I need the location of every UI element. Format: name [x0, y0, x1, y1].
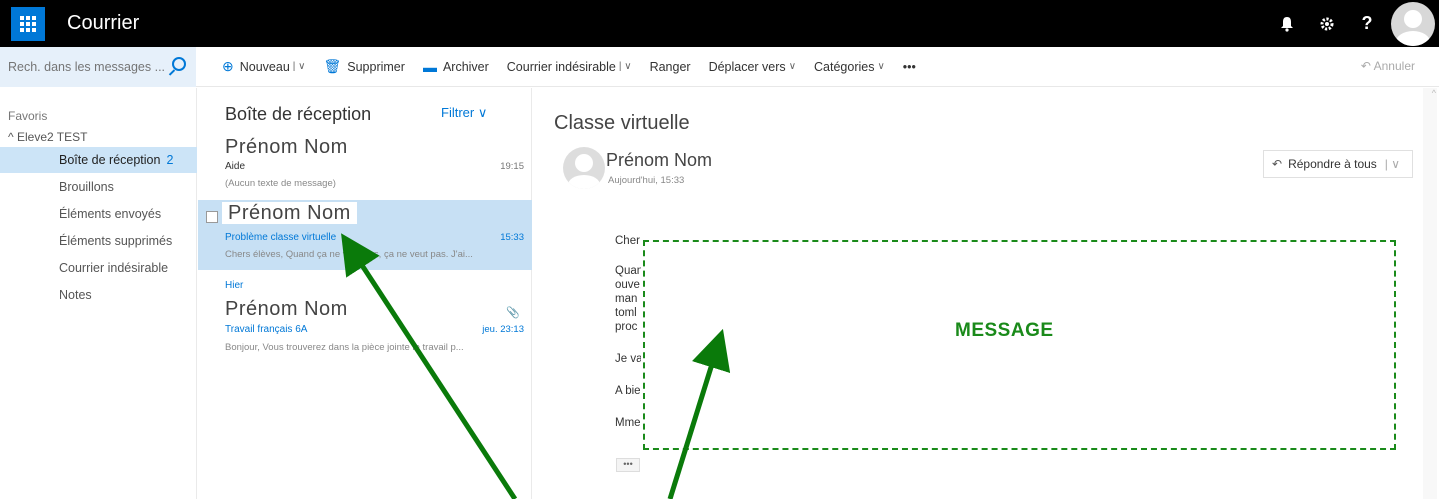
top-bar: Courrier ?: [0, 0, 1439, 47]
sweep-label: Ranger: [649, 59, 691, 74]
paperclip-icon: 📎: [506, 307, 520, 319]
from-date: Aujourd'hui, 15:33: [608, 175, 685, 186]
folder-deleted[interactable]: Éléments supprimés: [0, 228, 197, 254]
help-button[interactable]: ?: [1347, 0, 1387, 47]
app-title: Courrier: [67, 12, 140, 34]
move-label: Déplacer vers: [708, 59, 786, 74]
message-sender: Prénom Nom: [225, 298, 348, 320]
new-label: Nouveau: [239, 59, 290, 74]
message-annotation-label: MESSAGE: [955, 320, 1054, 341]
filter-button[interactable]: Filtrer ∨: [441, 105, 487, 121]
message-list: Boîte de réception Filtrer ∨ Prénom Nom …: [198, 88, 532, 499]
message-preview: Chers élèves, Quand ça ne veut pas, ça n…: [225, 249, 473, 260]
waffle-icon: [20, 15, 36, 32]
folder-drafts[interactable]: Brouillons: [0, 174, 197, 200]
scroll-up-icon[interactable]: ^: [1432, 88, 1436, 98]
from-name[interactable]: Prénom Nom: [606, 150, 712, 171]
list-item-selected[interactable]: Prénom Nom Problème classe virtuelle 15:…: [198, 200, 532, 270]
folder-notes[interactable]: Notes: [0, 282, 197, 308]
delete-label: Supprimer: [347, 59, 405, 74]
trash-icon: 🗑: [323, 58, 342, 74]
message-subject: Travail français 6A: [225, 324, 308, 335]
more-icon: •••: [902, 59, 916, 74]
list-item[interactable]: Prénom Nom 📎 Travail français 6A jeu. 23…: [198, 298, 532, 358]
message-sender: Prénom Nom: [225, 136, 348, 158]
account-header[interactable]: ^ Eleve2 TEST: [8, 130, 87, 144]
new-button[interactable]: ⊕ Nouveau | ∨: [222, 58, 305, 75]
command-bar: ⊕ Nouveau | ∨ 🗑 Supprimer ▬ Archiver Cou…: [0, 46, 1439, 87]
message-time: 19:15: [500, 161, 524, 172]
search-icon[interactable]: [172, 56, 186, 71]
folder-pane: Favoris ^ Eleve2 TEST Boîte de réception…: [0, 88, 197, 499]
junk-button[interactable]: Courrier indésirable | ∨: [507, 60, 632, 74]
chevron-down-icon[interactable]: | ∨: [619, 61, 632, 72]
message-preview: Bonjour, Vous trouverez dans la pièce jo…: [225, 342, 464, 353]
move-to-button[interactable]: Déplacer vers ∨: [709, 60, 796, 74]
scrollbar[interactable]: [1423, 88, 1437, 499]
message-time: 15:33: [500, 232, 524, 243]
group-header-yesterday: Hier: [225, 280, 244, 291]
chevron-down-icon[interactable]: | ∨: [293, 61, 306, 72]
help-icon: ?: [1361, 13, 1373, 33]
search-input[interactable]: [8, 59, 168, 74]
folder-sent[interactable]: Éléments envoyés: [0, 201, 197, 227]
plus-circle-icon: ⊕: [222, 58, 234, 74]
undo-label: Annuler: [1373, 59, 1415, 73]
sender-avatar[interactable]: [563, 147, 605, 189]
notifications-button[interactable]: [1267, 0, 1307, 47]
app-launcher-button[interactable]: [11, 6, 45, 41]
message-subject: Problème classe virtuelle: [225, 232, 337, 243]
unread-count: 2: [166, 153, 174, 167]
folder-inbox[interactable]: Boîte de réception 2: [0, 147, 197, 173]
sweep-button[interactable]: Ranger: [650, 60, 691, 74]
reply-all-icon: ↶: [1272, 157, 1283, 171]
favorites-header[interactable]: Favoris: [8, 109, 47, 123]
message-preview: (Aucun texte de message): [225, 178, 336, 189]
chevron-down-icon[interactable]: | ∨: [1385, 157, 1400, 171]
bell-icon: [1281, 16, 1293, 32]
message-sender: Prénom Nom: [222, 202, 357, 225]
message-subject-title: Classe virtuelle: [554, 112, 690, 134]
undo-button[interactable]: ↶ Annuler: [1361, 59, 1415, 73]
list-title: Boîte de réception: [225, 104, 372, 124]
folder-junk[interactable]: Courrier indésirable: [0, 255, 197, 281]
archive-icon: ▬: [422, 58, 437, 75]
show-more-button[interactable]: •••: [616, 458, 640, 472]
archive-label: Archiver: [442, 59, 489, 74]
archive-button[interactable]: ▬ Archiver: [423, 59, 489, 75]
delete-button[interactable]: 🗑 Supprimer: [323, 58, 404, 75]
chevron-up-icon: ^: [8, 130, 17, 144]
message-subject: Aide: [225, 161, 246, 172]
categories-button[interactable]: Catégories ∨: [814, 60, 885, 74]
chevron-down-icon: ∨: [477, 105, 488, 120]
categories-label: Catégories: [814, 59, 875, 74]
reply-all-button[interactable]: ↶ Répondre à tous | ∨: [1263, 150, 1413, 178]
list-item[interactable]: Prénom Nom Aide 19:15 (Aucun texte de me…: [198, 133, 532, 193]
gear-icon: [1320, 17, 1334, 30]
settings-button[interactable]: [1307, 0, 1347, 47]
chevron-down-icon: ∨: [877, 61, 885, 72]
search-box: [0, 46, 196, 87]
avatar[interactable]: [1391, 1, 1435, 46]
chevron-down-icon: ∨: [788, 61, 797, 72]
junk-label: Courrier indésirable: [506, 59, 616, 74]
select-checkbox[interactable]: [206, 211, 218, 223]
message-annotation-box: MESSAGE: [643, 240, 1396, 450]
undo-icon: ↶: [1360, 59, 1371, 73]
more-commands-button[interactable]: •••: [903, 60, 916, 74]
message-time: jeu. 23:13: [482, 324, 524, 335]
